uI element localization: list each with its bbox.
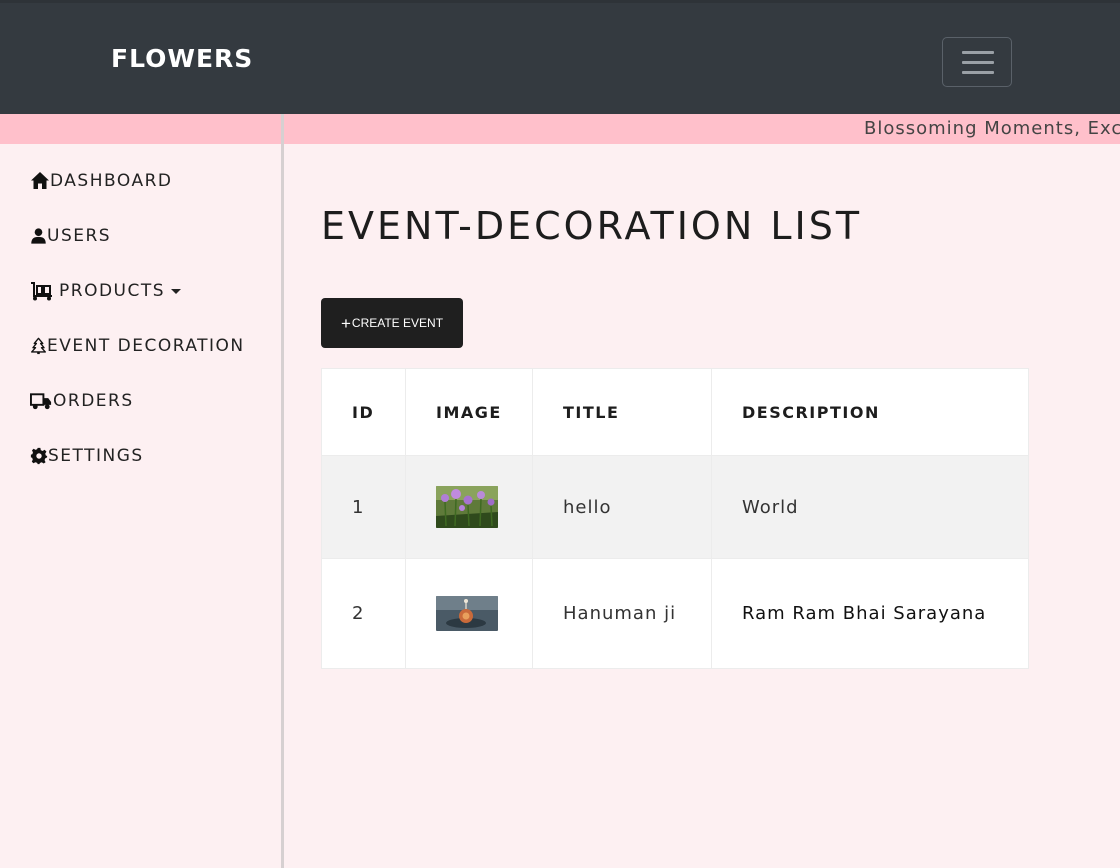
tree-icon xyxy=(31,337,46,355)
create-event-label: CREATE EVENT xyxy=(351,316,444,330)
truck-icon xyxy=(30,393,52,410)
home-icon xyxy=(31,172,49,189)
cell-id: 2 xyxy=(321,558,406,669)
gear-icon xyxy=(30,447,48,465)
column-header-id: ID xyxy=(321,368,406,456)
brand-logo[interactable]: FLOWERS xyxy=(111,44,253,73)
page-title: EVENT-DECORATION LIST xyxy=(321,204,863,248)
cell-id: 1 xyxy=(321,455,406,559)
sidebar-item-label: SETTINGS xyxy=(48,446,144,466)
cell-image xyxy=(405,558,533,669)
plus-icon: + xyxy=(340,313,351,333)
table-row: 1 hello World xyxy=(321,455,1029,559)
sidebar: DASHBOARD USERS PRODUCTS EVENT DECORATIO… xyxy=(0,144,281,868)
column-header-image: IMAGE xyxy=(405,368,533,456)
event-table: ID IMAGE TITLE DESCRIPTION 1 hello World… xyxy=(321,368,1029,669)
hamburger-icon xyxy=(962,51,994,54)
sidebar-item-products[interactable]: PRODUCTS xyxy=(30,278,182,304)
cell-title: Hanuman ji xyxy=(532,558,712,669)
sidebar-item-orders[interactable]: ORDERS xyxy=(30,388,134,414)
marquee-strip: Blossoming Moments, Exc xyxy=(0,114,1120,144)
sidebar-item-event-decoration[interactable]: EVENT DECORATION xyxy=(30,333,245,359)
table-row: 2 Hanuman ji Ram Ram Bhai Sarayana xyxy=(321,558,1029,669)
create-event-button[interactable]: + CREATE EVENT xyxy=(321,298,463,348)
navbar: FLOWERS xyxy=(0,0,1120,114)
sidebar-item-label: DASHBOARD xyxy=(50,171,173,191)
sidebar-item-dashboard[interactable]: DASHBOARD xyxy=(30,168,172,194)
table-header-row: ID IMAGE TITLE DESCRIPTION xyxy=(321,368,1029,456)
cell-description: World xyxy=(711,455,1029,559)
dolly-icon xyxy=(31,282,52,301)
sidebar-item-label: USERS xyxy=(47,226,112,246)
cell-description: Ram Ram Bhai Sarayana xyxy=(711,558,1029,669)
flowers-thumbnail[interactable] xyxy=(436,486,498,528)
sidebar-item-users[interactable]: USERS xyxy=(30,223,111,249)
chevron-down-icon xyxy=(171,288,182,294)
marquee-text: Blossoming Moments, Exc xyxy=(864,118,1120,139)
cell-title: hello xyxy=(532,455,712,559)
sidebar-item-settings[interactable]: SETTINGS xyxy=(30,443,144,469)
sidebar-item-label: ORDERS xyxy=(53,391,134,411)
user-icon xyxy=(31,228,46,244)
decoration-thumbnail[interactable] xyxy=(436,596,498,631)
cell-image xyxy=(405,455,533,559)
column-header-description: DESCRIPTION xyxy=(711,368,1029,456)
sidebar-item-label: EVENT DECORATION xyxy=(47,336,245,356)
sidebar-divider xyxy=(281,114,284,868)
sidebar-item-label: PRODUCTS xyxy=(59,281,166,301)
column-header-title: TITLE xyxy=(532,368,712,456)
navbar-toggler-button[interactable] xyxy=(942,37,1012,87)
